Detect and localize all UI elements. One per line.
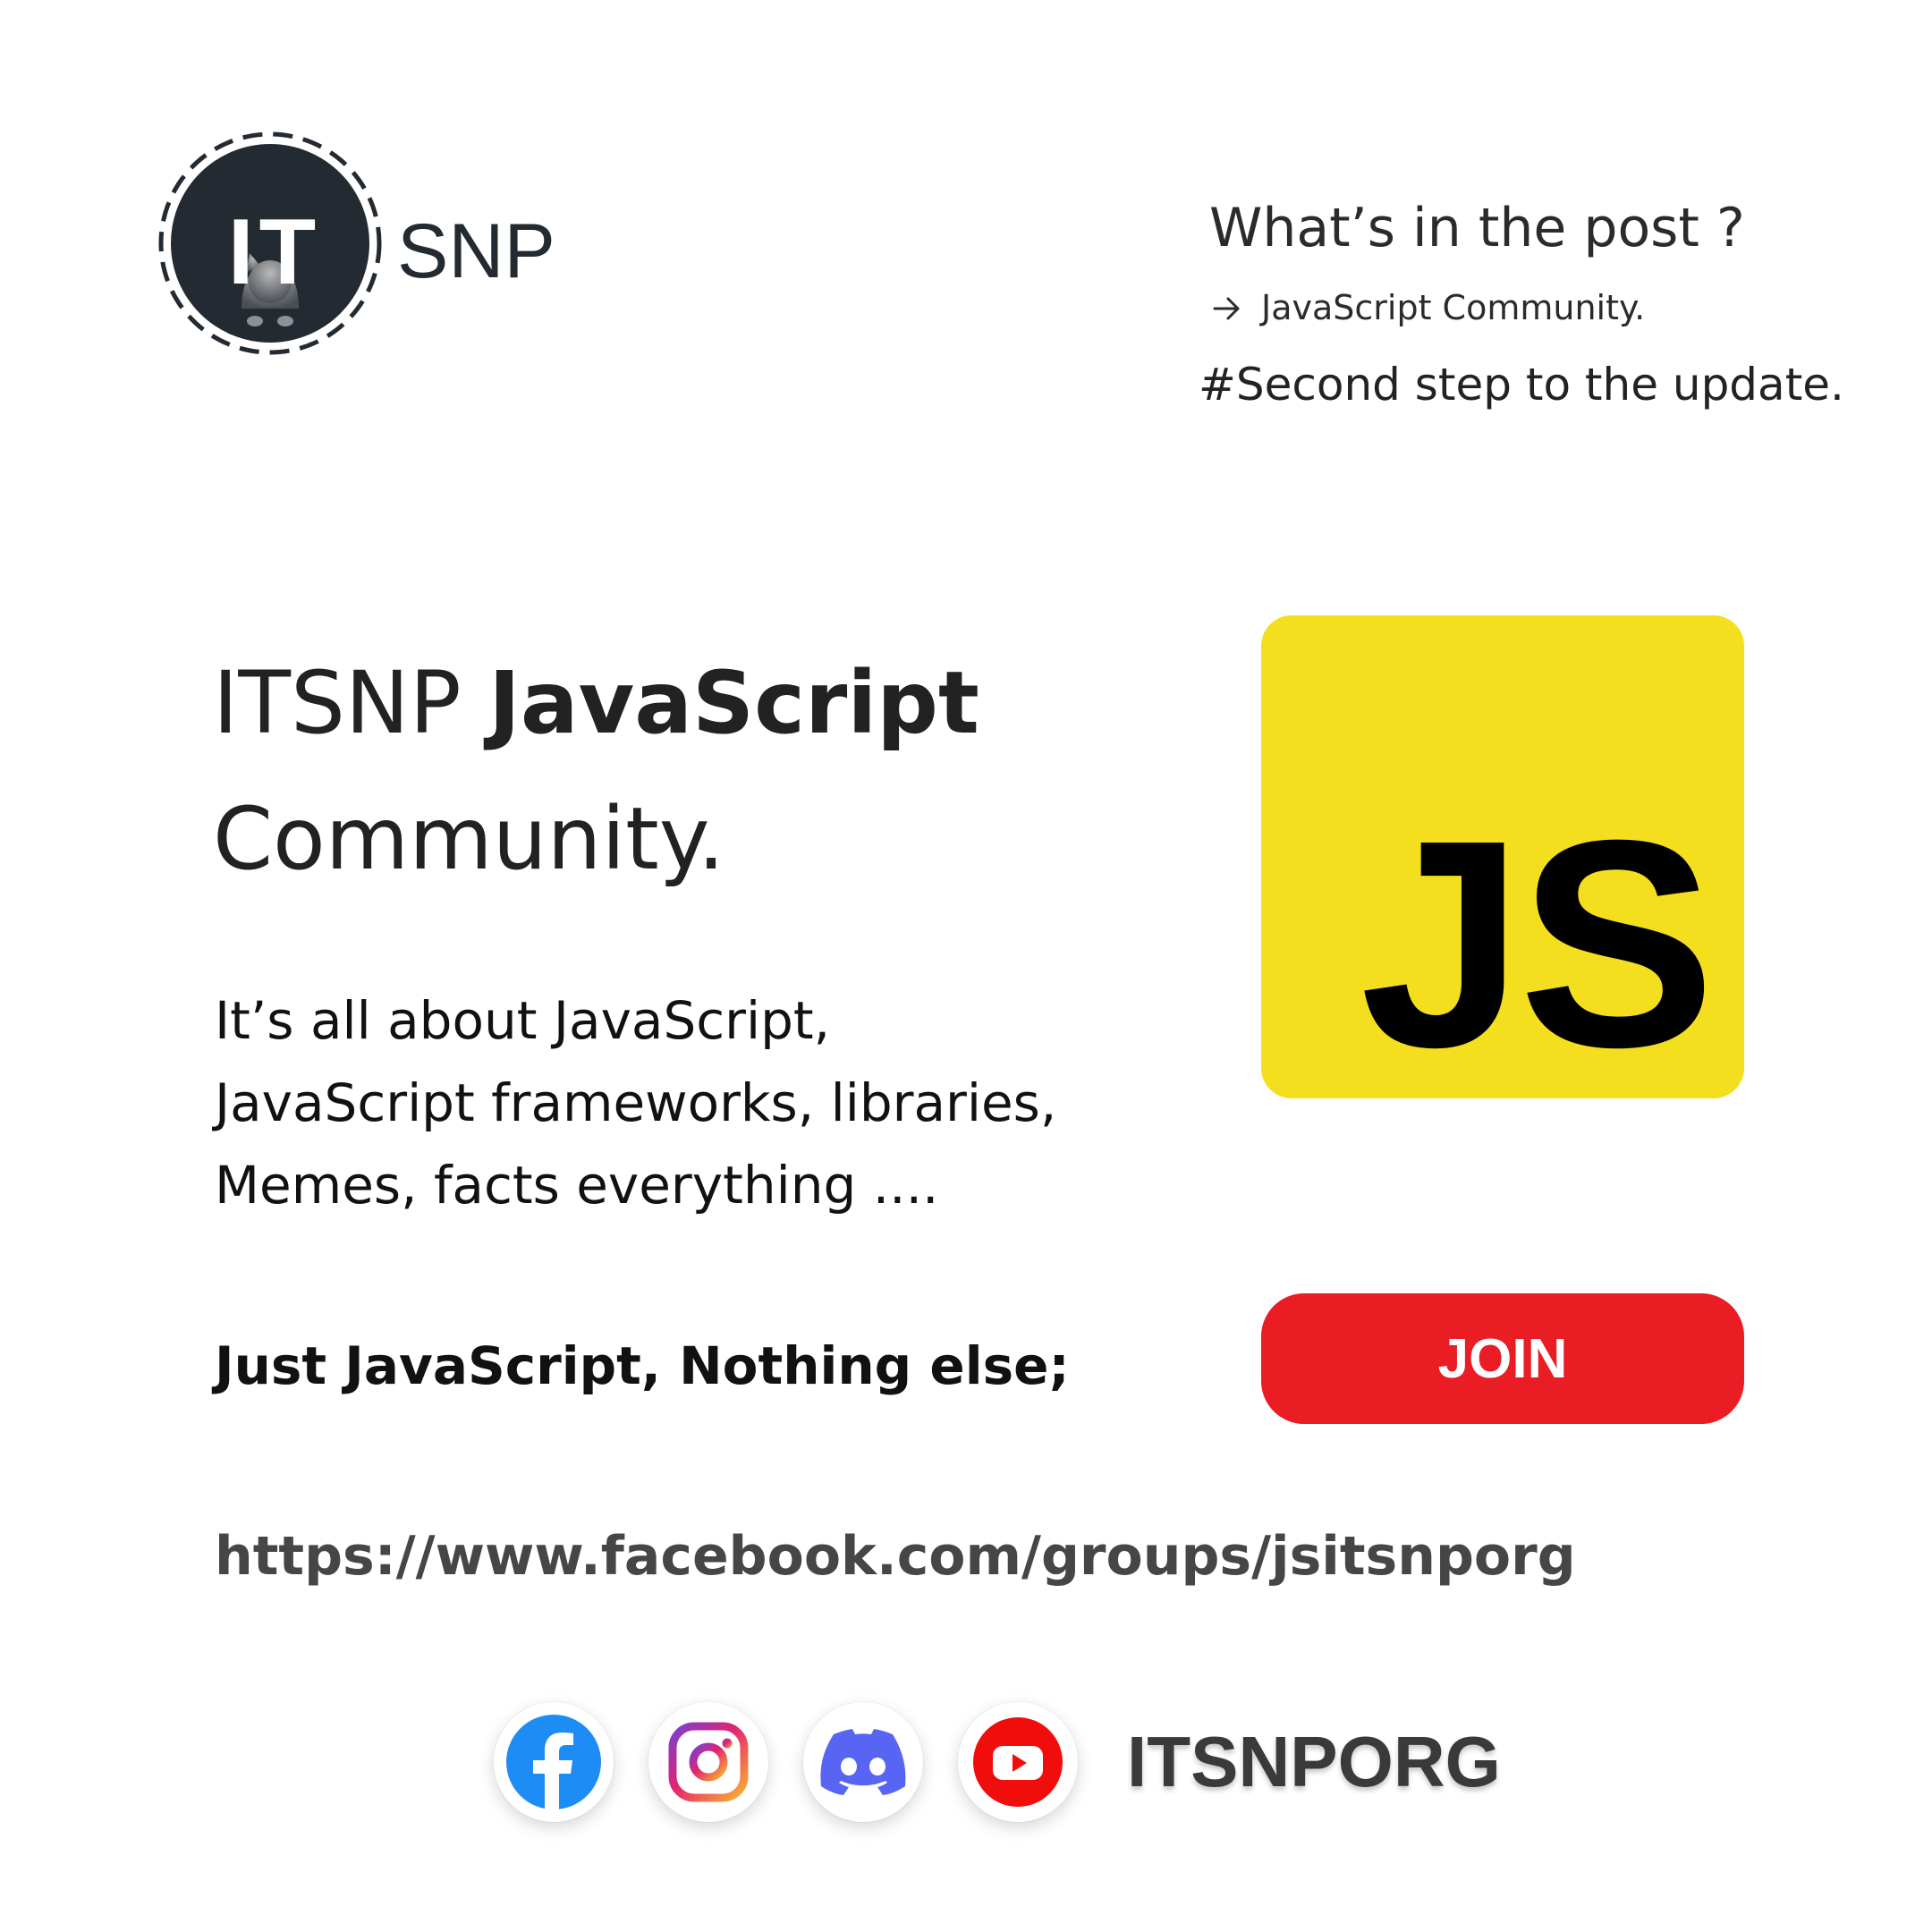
- post-item: JavaScript Community.: [1209, 288, 1645, 329]
- js-logo-text: JS: [1360, 778, 1716, 1108]
- javascript-logo: JS: [1261, 615, 1744, 1098]
- facebook-icon: [506, 1715, 601, 1809]
- description-line: Memes, facts everything ....: [215, 1155, 939, 1216]
- post-item-label: JavaScript Community.: [1261, 288, 1646, 327]
- social-links: ITSNPORG: [494, 1702, 1501, 1822]
- headline-bold: JavaScript: [488, 653, 979, 753]
- discord-icon: [820, 1729, 906, 1795]
- post-tag: #Second step to the update.: [1199, 359, 1844, 411]
- post-heading: What’s in the post ?: [1209, 197, 1745, 259]
- page-title: ITSNP JavaScript Community.: [213, 635, 979, 907]
- facebook-link[interactable]: [494, 1702, 614, 1822]
- instagram-icon: [668, 1722, 749, 1802]
- group-url-link[interactable]: https://www.facebook.com/groups/jsitsnpo…: [215, 1525, 1576, 1588]
- logo-suffix: SNP: [397, 208, 555, 294]
- join-button[interactable]: JOIN: [1261, 1293, 1744, 1424]
- description: It’s all about JavaScript, JavaScript fr…: [215, 979, 1056, 1226]
- arrow-right-icon: [1209, 291, 1245, 326]
- youtube-icon: [973, 1717, 1063, 1807]
- headline-prefix: ITSNP: [213, 653, 489, 753]
- description-line: It’s all about JavaScript,: [215, 990, 831, 1051]
- logo-letters: IT: [228, 200, 321, 304]
- description-line: JavaScript frameworks, libraries,: [215, 1072, 1057, 1133]
- headline-line2: Community.: [213, 789, 725, 889]
- youtube-link[interactable]: [958, 1702, 1078, 1822]
- itsnp-logo: IT: [157, 130, 384, 357]
- logo-badge-icon: IT: [158, 131, 382, 355]
- discord-link[interactable]: [803, 1702, 923, 1822]
- instagram-link[interactable]: [648, 1702, 768, 1822]
- brand-name: ITSNPORG: [1127, 1722, 1501, 1801]
- tagline: Just JavaScript, Nothing else;: [215, 1335, 1070, 1396]
